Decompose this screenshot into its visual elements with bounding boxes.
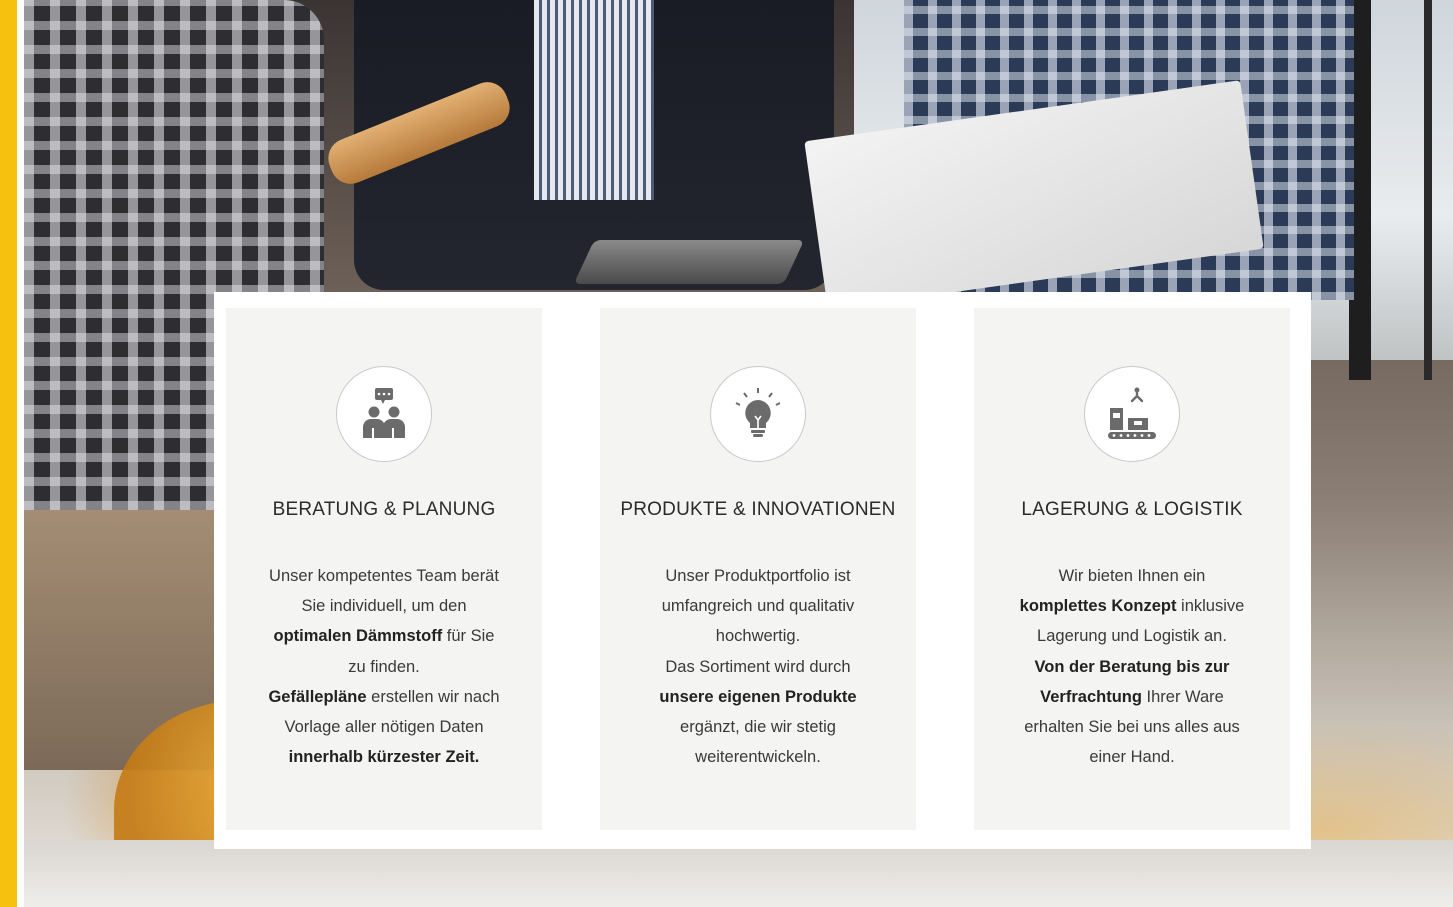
bold-text: Gefällepläne: [268, 687, 367, 706]
card-title: LAGERUNG & LOGISTIK: [1021, 499, 1243, 520]
text: umfangreich und qualitativ: [661, 597, 855, 616]
text: Unser Produktportfolio ist: [665, 567, 851, 585]
services-panel: BERATUNG & PLANUNG Unser kompetentes Tea…: [214, 292, 1311, 849]
text: ergänzt, die wir stetig: [680, 718, 836, 737]
card-text-line: Von der Beratung bis zur: [992, 652, 1272, 682]
text: Vorlage aller nötigen Daten: [284, 718, 484, 737]
tablet: [573, 240, 805, 284]
icon-circle: [710, 366, 806, 462]
card-title: BERATUNG & PLANUNG: [272, 499, 496, 520]
stripe-gap: [17, 0, 24, 907]
text: Das Sortiment wird durch: [665, 657, 851, 676]
card-body: Unser Produktportfolio ist umfangreich un…: [618, 561, 898, 772]
text: für Sie: [442, 627, 495, 646]
card-text-line: Wir bieten Ihnen ein: [992, 561, 1272, 591]
card-text-line: ergänzt, die wir stetig: [618, 712, 898, 742]
bold-text: unsere eigenen Produkte: [659, 687, 857, 706]
window-frame-right: [1424, 0, 1432, 380]
card-text-line: Unser kompetentes Team berät: [244, 561, 524, 591]
card-text-line: erhalten Sie bei uns alles aus: [992, 712, 1272, 742]
service-card-products: PRODUKTE & INNOVATIONEN Unser Produktpor…: [600, 308, 916, 830]
text: Ihrer Ware: [1141, 687, 1224, 706]
card-text-line: umfangreich und qualitativ: [618, 591, 898, 621]
card-text-line: Verfrachtung Ihrer Ware: [992, 682, 1272, 712]
accent-stripe: [0, 0, 17, 907]
text: weiterentwickeln.: [695, 748, 821, 767]
card-text-line: unsere eigenen Produkte: [618, 682, 898, 712]
icon-circle: [1084, 366, 1180, 462]
conveyor-logistics-icon: [1108, 387, 1156, 439]
card-text-line: zu finden.: [244, 652, 524, 682]
card-body: Wir bieten Ihnen ein komplettes Konzept i…: [992, 561, 1272, 772]
card-text-line: Vorlage aller nötigen Daten: [244, 712, 524, 742]
text: erstellen wir nach: [366, 687, 500, 706]
lightbulb-icon: [735, 388, 781, 437]
card-text-line: optimalen Dämmstoff für Sie: [244, 621, 524, 651]
card-text-line: komplettes Konzept inklusive: [992, 591, 1272, 621]
text: inklusive: [1176, 597, 1245, 616]
text: Unser kompetentes Team berät: [269, 567, 499, 585]
card-text-line: Unser Produktportfolio ist: [618, 561, 898, 591]
bold-text: komplettes Konzept: [1019, 597, 1177, 616]
card-text-line: Das Sortiment wird durch: [618, 652, 898, 682]
middle-person-shirt: [534, 0, 654, 200]
card-text-line: innerhalb kürzester Zeit.: [244, 742, 524, 772]
bold-text: optimalen Dämmstoff: [273, 627, 443, 646]
text: hochwertig.: [715, 627, 801, 646]
card-title: PRODUKTE & INNOVATIONEN: [620, 499, 896, 520]
text: zu finden.: [348, 657, 420, 676]
card-text-line: weiterentwickeln.: [618, 742, 898, 772]
card-body: Unser kompetentes Team berät Sie individu…: [244, 561, 524, 772]
team-consulting-icon: [363, 388, 405, 438]
text: einer Hand.: [1089, 748, 1175, 767]
card-text-line: Gefällepläne erstellen wir nach: [244, 682, 524, 712]
text: Sie individuell, um den: [301, 597, 467, 616]
bold-text: innerhalb kürzester Zeit.: [288, 748, 480, 767]
card-text-line: hochwertig.: [618, 621, 898, 651]
text: Wir bieten Ihnen ein: [1058, 567, 1206, 585]
bold-text: Von der Beratung bis zur: [1034, 657, 1230, 676]
service-card-logistics: LAGERUNG & LOGISTIK Wir bieten Ihnen ein…: [974, 308, 1290, 830]
bold-text: Verfrachtung: [1040, 687, 1142, 706]
service-card-consulting: BERATUNG & PLANUNG Unser kompetentes Tea…: [226, 308, 542, 830]
card-text-line: einer Hand.: [992, 742, 1272, 772]
icon-circle: [336, 366, 432, 462]
desk-surface: [24, 840, 1453, 907]
card-text-line: Lagerung und Logistik an.: [992, 621, 1272, 651]
text: erhalten Sie bei uns alles aus: [1024, 718, 1240, 737]
text: Lagerung und Logistik an.: [1037, 627, 1227, 646]
card-text-line: Sie individuell, um den: [244, 591, 524, 621]
